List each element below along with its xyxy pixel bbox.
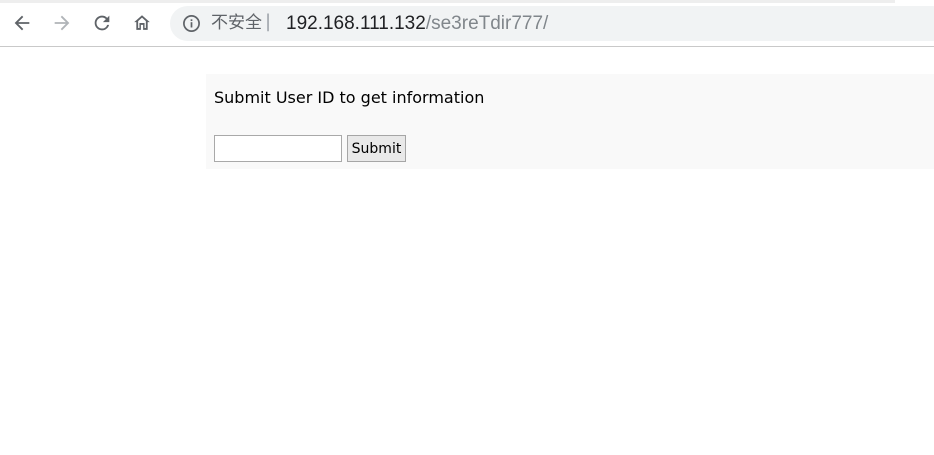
security-status[interactable]: 不安全 xyxy=(211,13,262,33)
home-button[interactable] xyxy=(129,10,155,36)
arrow-right-icon xyxy=(51,12,73,34)
reload-button[interactable] xyxy=(89,10,115,36)
user-id-input[interactable] xyxy=(214,135,342,162)
form-heading: Submit User ID to get information xyxy=(214,88,485,107)
browser-toolbar: 不安全 | 192.168.111.132/se3reTdir777/ xyxy=(0,0,934,47)
forward-button[interactable] xyxy=(49,10,75,36)
arrow-left-icon xyxy=(11,12,33,34)
back-button[interactable] xyxy=(9,10,35,36)
address-bar[interactable]: 不安全 | 192.168.111.132/se3reTdir777/ xyxy=(170,6,934,41)
home-icon xyxy=(131,12,153,34)
submit-button[interactable]: Submit xyxy=(347,135,406,162)
reload-icon xyxy=(91,12,113,34)
url-text[interactable]: 192.168.111.132/se3reTdir777/ xyxy=(286,13,548,34)
tab-strip-edge xyxy=(0,0,895,3)
url-path: /se3reTdir777/ xyxy=(425,13,549,34)
info-circle-icon[interactable] xyxy=(182,14,201,33)
url-separator: | xyxy=(265,11,272,32)
url-host: 192.168.111.132 xyxy=(286,13,426,34)
user-id-form-panel: Submit User ID to get information Submit xyxy=(206,74,934,169)
